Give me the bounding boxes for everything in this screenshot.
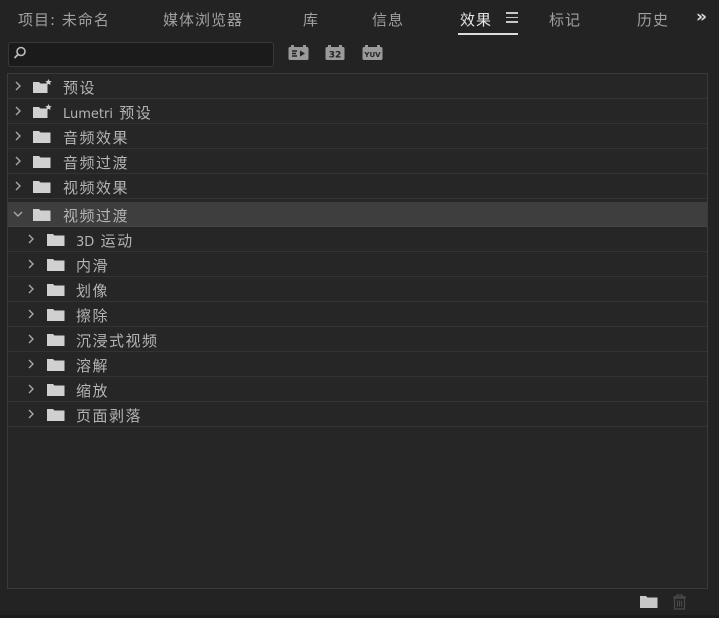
tab-markers[interactable]: 标记: [549, 9, 581, 30]
tree-item-video-transitions[interactable]: 视频过渡: [8, 202, 707, 227]
tree-item-lumetri-presets[interactable]: Lumetri 预设: [8, 99, 707, 124]
preset-folder-icon: [33, 104, 52, 118]
tree-item-label: 划像: [76, 282, 110, 300]
tab-media-browser[interactable]: 媒体浏览器: [163, 9, 243, 30]
effects-tree: 预设 Lumetri 预设 音频效果 音频过渡 视频效果 视频过渡 3D 运动: [7, 73, 708, 589]
tree-item-label: 溶解: [76, 357, 110, 375]
tree-item-label: 音频过渡: [63, 154, 130, 172]
tree-item-wipe[interactable]: 擦除: [8, 302, 707, 327]
yuv-label: YUV: [363, 51, 381, 59]
tabs-overflow-button[interactable]: »: [696, 7, 707, 27]
folder-icon: [47, 409, 65, 421]
tree-item-label: 音频效果: [63, 129, 130, 147]
32bit-label: 32: [329, 51, 342, 61]
yuv-filter-icon[interactable]: YUV: [362, 45, 383, 61]
folder-icon: [33, 131, 51, 143]
panel-menu-icon[interactable]: [506, 12, 518, 23]
active-tab-indicator: [458, 33, 518, 35]
chevron-right-icon[interactable]: [27, 409, 35, 419]
tree-item-presets[interactable]: 预设: [8, 74, 707, 99]
chevron-right-icon[interactable]: [27, 384, 35, 394]
tree-item-label: 页面剥落: [76, 407, 143, 425]
chevron-right-icon[interactable]: [27, 284, 35, 294]
tree-item-iris[interactable]: 划像: [8, 277, 707, 302]
folder-icon: [33, 181, 51, 193]
tree-item-label-cjk: 预设: [119, 104, 153, 122]
chevron-right-icon[interactable]: [14, 81, 22, 91]
tree-item-zoom[interactable]: 缩放: [8, 377, 707, 402]
trash-icon[interactable]: [672, 594, 687, 610]
search-field[interactable]: [8, 42, 274, 67]
tree-item-slide[interactable]: 内滑: [8, 252, 707, 277]
search-icon: [13, 46, 26, 59]
tree-item-label: 沉浸式视频: [76, 332, 159, 350]
chevron-right-icon[interactable]: [14, 106, 22, 116]
search-input[interactable]: [33, 44, 273, 65]
panel-tab-bar: 项目: 未命名 媒体浏览器 库 信息 效果 标记 历史 »: [0, 0, 719, 38]
tree-item-dissolve[interactable]: 溶解: [8, 352, 707, 377]
tree-item-audio-effects[interactable]: 音频效果: [8, 124, 707, 149]
tab-libraries[interactable]: 库: [303, 9, 319, 30]
chevron-right-icon[interactable]: [14, 156, 22, 166]
tree-item-audio-transitions[interactable]: 音频过渡: [8, 149, 707, 174]
accelerated-effects-filter-icon[interactable]: [288, 45, 309, 61]
folder-icon: [47, 334, 65, 346]
tree-item-label: 预设: [63, 79, 97, 97]
chevron-right-icon[interactable]: [27, 234, 35, 244]
tree-item-label: 擦除: [76, 307, 110, 325]
folder-icon: [47, 384, 65, 396]
tree-item-label: 内滑: [76, 257, 110, 275]
tab-project[interactable]: 项目: 未命名: [18, 9, 110, 30]
chevron-right-icon[interactable]: [27, 334, 35, 344]
chevron-right-icon[interactable]: [14, 181, 22, 191]
folder-icon: [33, 156, 51, 168]
folder-icon: [47, 309, 65, 321]
chevron-right-icon[interactable]: [14, 131, 22, 141]
32bit-filter-icon[interactable]: 32: [325, 45, 345, 61]
preset-folder-icon: [33, 79, 52, 93]
chevron-right-icon[interactable]: [27, 309, 35, 319]
tab-history[interactable]: 历史: [637, 9, 667, 30]
chevron-down-icon[interactable]: [13, 210, 23, 218]
folder-icon: [47, 259, 65, 271]
tree-item-video-effects[interactable]: 视频效果: [8, 174, 707, 199]
tab-effects[interactable]: 效果: [460, 9, 492, 30]
tab-info[interactable]: 信息: [372, 9, 404, 30]
tree-item-label-latin: 3D: [76, 235, 95, 250]
tree-item-label: 视频过渡: [63, 207, 130, 225]
tree-item-label: 3D 运动: [76, 230, 134, 251]
tree-item-label: 缩放: [76, 382, 110, 400]
folder-icon: [47, 234, 65, 246]
tree-item-label: 视频效果: [63, 179, 130, 197]
tree-item-page-peel[interactable]: 页面剥落: [8, 402, 707, 427]
chevron-right-icon[interactable]: [27, 259, 35, 269]
tree-item-immersive-video[interactable]: 沉浸式视频: [8, 327, 707, 352]
folder-icon: [47, 284, 65, 296]
tree-item-label-latin: Lumetri: [63, 107, 113, 122]
folder-icon: [47, 359, 65, 371]
chevron-right-icon[interactable]: [27, 359, 35, 369]
new-bin-icon[interactable]: [640, 594, 658, 608]
tree-item-3d-motion[interactable]: 3D 运动: [8, 227, 707, 252]
tree-item-label-cjk: 运动: [100, 232, 134, 250]
tree-item-label: Lumetri 预设: [63, 102, 152, 123]
folder-icon: [33, 209, 51, 221]
